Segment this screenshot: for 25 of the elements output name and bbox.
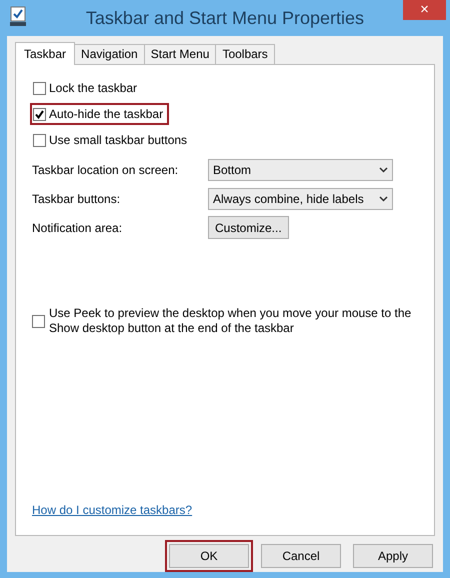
setting-label: Taskbar location on screen:	[32, 162, 180, 178]
checkbox[interactable]	[33, 134, 46, 146]
checkbox[interactable]	[33, 82, 46, 94]
dialog-button[interactable]: OK	[169, 544, 249, 568]
dropdown[interactable]: Bottom	[208, 158, 393, 180]
chevron-icon	[379, 196, 388, 202]
chevron-icon	[379, 166, 388, 172]
tab[interactable]: Toolbars	[215, 44, 275, 64]
window-title: Taskbar and Start Menu Properties	[86, 7, 364, 30]
setting-label: Taskbar buttons:	[32, 190, 122, 208]
dialog-button[interactable]: Apply	[353, 544, 433, 568]
customize-button[interactable]: Customize...	[208, 216, 289, 239]
checkbox-label[interactable]: Use small taskbar buttons	[49, 131, 188, 149]
checkbox-label[interactable]: Auto-hide the taskbar	[49, 105, 164, 123]
checkbox[interactable]	[33, 108, 46, 120]
dropdown[interactable]: Always combine, hide labels	[208, 188, 393, 210]
app-icon	[10, 6, 26, 26]
setting-label: Notification area:	[32, 220, 124, 236]
close-button[interactable]: ×	[403, 0, 446, 20]
tab[interactable]: Taskbar	[15, 42, 76, 65]
dialog-button[interactable]: Cancel	[261, 544, 341, 568]
checkbox-label[interactable]: Lock the taskbar	[49, 79, 138, 97]
checkbox[interactable]	[32, 314, 45, 328]
checkbox-label[interactable]: Use Peek to preview the desktop when you move your mouse to the Show desktop button at the end of the taskbar	[49, 306, 426, 336]
help-link[interactable]: How do I customize taskbars?	[32, 503, 192, 517]
